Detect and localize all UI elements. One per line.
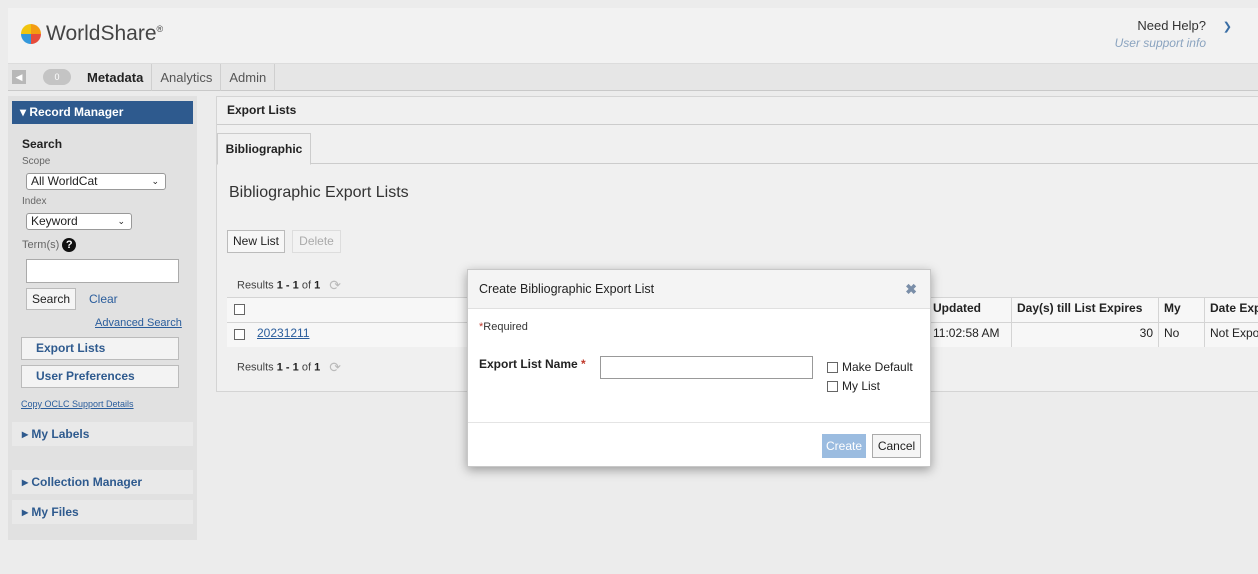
- col-date-exported[interactable]: Date Exp: [1204, 297, 1258, 322]
- make-default-option[interactable]: Make Default: [827, 360, 913, 374]
- results-of: of: [298, 279, 315, 292]
- export-list-name-input[interactable]: [600, 356, 813, 379]
- cancel-button[interactable]: Cancel: [872, 434, 921, 458]
- results-range: 1 - 1: [276, 361, 299, 374]
- terms-label: Term(s)?: [22, 238, 77, 252]
- user-preferences-button[interactable]: User Preferences: [21, 365, 179, 388]
- export-lists-button[interactable]: Export Lists: [21, 337, 179, 360]
- sidebar: ▾ Record Manager Search Scope All WorldC…: [8, 96, 197, 540]
- required-text: Required: [483, 321, 528, 333]
- chevron-down-icon: ⌄: [151, 176, 159, 186]
- search-terms-input[interactable]: [26, 259, 179, 283]
- results-of: of: [298, 361, 315, 374]
- tab-bibliographic[interactable]: Bibliographic: [217, 133, 311, 165]
- close-icon[interactable]: ✖: [905, 270, 917, 309]
- col-my-list[interactable]: My List: [1158, 297, 1204, 338]
- my-list-label: My List: [842, 379, 881, 393]
- my-list-option[interactable]: My List: [827, 379, 880, 393]
- cell-my-list: No: [1158, 322, 1204, 347]
- app-header: WorldShare® Need Help? User support info…: [8, 8, 1258, 64]
- delete-button[interactable]: Delete: [292, 230, 341, 253]
- results-prefix: Results: [237, 361, 277, 374]
- scope-select[interactable]: All WorldCat ⌄: [26, 173, 166, 190]
- scope-value: All WorldCat: [31, 174, 98, 188]
- my-labels-section[interactable]: ▸ My Labels: [12, 422, 193, 446]
- dialog-footer: Create Cancel: [468, 422, 930, 467]
- refresh-icon[interactable]: ⟳: [329, 277, 341, 294]
- dialog-header: Create Bibliographic Export List ✖: [468, 270, 930, 309]
- tab-analytics[interactable]: Analytics: [152, 63, 222, 91]
- my-list-checkbox[interactable]: [827, 380, 838, 392]
- logo-text: WorldShare®: [46, 22, 164, 45]
- collection-manager-section[interactable]: ▸ Collection Manager: [12, 470, 193, 494]
- results-total: 1: [314, 279, 321, 292]
- main-nav: ◀ 0 Metadata Analytics Admin: [8, 63, 1258, 91]
- help-icon[interactable]: ?: [62, 238, 77, 252]
- results-total: 1: [314, 361, 321, 374]
- required-note: *Required: [479, 321, 528, 333]
- index-label: Index: [22, 196, 47, 207]
- search-button[interactable]: Search: [26, 288, 76, 310]
- tab-admin[interactable]: Admin: [221, 63, 276, 91]
- notification-badge[interactable]: 0: [43, 69, 71, 85]
- make-default-label: Make Default: [842, 360, 913, 374]
- row-checkbox[interactable]: [234, 329, 245, 340]
- index-select[interactable]: Keyword ⌄: [26, 213, 132, 230]
- search-heading: Search: [22, 137, 63, 151]
- new-list-button[interactable]: New List: [227, 230, 285, 253]
- help-title[interactable]: Need Help?: [1115, 18, 1206, 33]
- refresh-icon[interactable]: ⟳: [329, 359, 341, 376]
- worldshare-logo-icon: [21, 24, 41, 44]
- worldshare-logo[interactable]: WorldShare®: [21, 22, 163, 46]
- tab-bar: Bibliographic: [217, 133, 1258, 165]
- collapse-sidebar-icon[interactable]: ◀: [12, 70, 26, 84]
- list-name-link[interactable]: 20231211: [252, 322, 315, 347]
- chevron-down-icon[interactable]: ❯: [1223, 20, 1232, 33]
- col-days-till-expires[interactable]: Day(s) till List Expires: [1011, 297, 1158, 322]
- required-star: *: [581, 357, 586, 371]
- advanced-search-link[interactable]: Advanced Search: [95, 317, 182, 329]
- section-heading: Bibliographic Export Lists: [229, 184, 409, 201]
- cell-date-exported: Not Expo: [1204, 322, 1258, 347]
- results-range: 1 - 1: [276, 279, 299, 292]
- my-files-section[interactable]: ▸ My Files: [12, 500, 193, 524]
- select-all-checkbox[interactable]: [234, 304, 245, 315]
- clear-link[interactable]: Clear: [89, 292, 118, 306]
- scope-label: Scope: [22, 156, 51, 167]
- terms-label-text: Term(s): [22, 238, 60, 251]
- create-export-list-dialog: Create Bibliographic Export List ✖ *Requ…: [467, 269, 931, 467]
- index-value: Keyword: [31, 214, 78, 228]
- results-count-bottom: Results 1 - 1 of 1 ⟳: [237, 359, 341, 376]
- cell-updated: 11:02:58 AM: [927, 322, 1011, 347]
- results-prefix: Results: [237, 279, 277, 292]
- dialog-title: Create Bibliographic Export List: [479, 282, 655, 296]
- copy-support-details-link[interactable]: Copy OCLC Support Details: [21, 399, 134, 409]
- cell-days: 30: [1011, 322, 1158, 347]
- chevron-down-icon: ⌄: [117, 216, 125, 226]
- page-title: Export Lists: [217, 97, 1258, 125]
- export-list-name-label: Export List Name *: [479, 357, 586, 371]
- export-list-name-text: Export List Name: [479, 357, 578, 371]
- results-count-top: Results 1 - 1 of 1 ⟳: [237, 277, 341, 294]
- create-button[interactable]: Create: [822, 434, 866, 458]
- help-subtitle: User support info: [1114, 36, 1206, 50]
- help-menu[interactable]: Need Help? User support info: [1115, 18, 1206, 50]
- col-updated[interactable]: Updated: [927, 297, 1011, 322]
- tab-metadata[interactable]: Metadata: [79, 63, 153, 91]
- make-default-checkbox[interactable]: [827, 361, 838, 373]
- record-manager-header[interactable]: ▾ Record Manager: [12, 101, 193, 124]
